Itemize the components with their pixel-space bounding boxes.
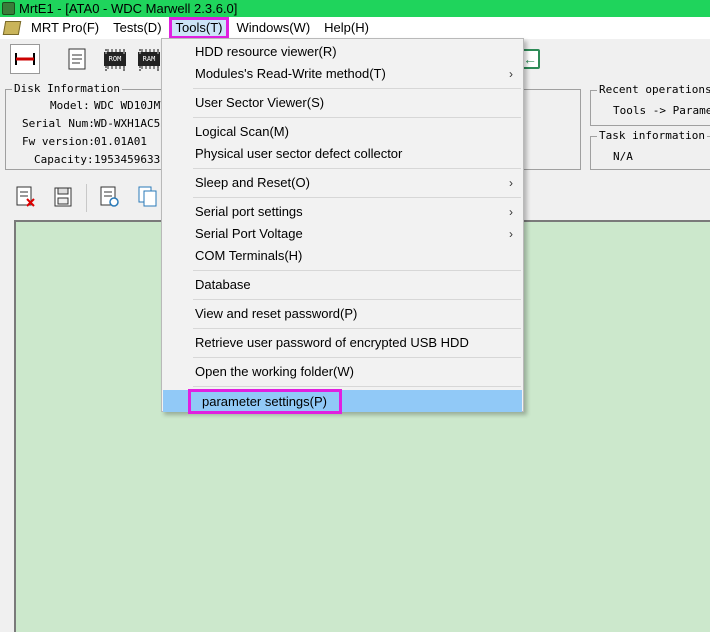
task-info-value: N/A [613, 150, 633, 163]
menu-item-label: HDD resource viewer(R) [195, 44, 337, 59]
tools-dropdown-menu: HDD resource viewer(R) Modules's Read-Wr… [161, 38, 524, 414]
ram-button[interactable]: RAM [138, 44, 160, 74]
menu-separator [193, 270, 521, 271]
ram-chip-icon: RAM [138, 49, 160, 69]
menu-item-label: Database [195, 277, 251, 292]
menu-separator [193, 168, 521, 169]
menu-mrt-pro[interactable]: MRT Pro(F) [24, 17, 106, 39]
fw-value: 01.01A01 [94, 135, 147, 148]
menu-item-label: Serial port settings [195, 204, 303, 219]
document-button[interactable] [62, 44, 92, 74]
app-window: MrtE1 - [ATA0 - WDC Marwell 2.3.6.0] MRT… [0, 0, 710, 632]
clear-log-icon[interactable] [16, 186, 36, 208]
menu-item-label: Physical user sector defect collector [195, 146, 403, 161]
recent-ops-legend: Recent operations [597, 83, 710, 96]
head-select-icon [15, 53, 35, 65]
menu-item-label: COM Terminals(H) [195, 248, 303, 263]
menu-item-parameter-settings[interactable]: parameter settings(P) [163, 389, 522, 414]
recent-ops-value: Tools -> Paramet [613, 104, 710, 117]
menu-item-label: Serial Port Voltage [195, 226, 303, 241]
serial-value: WD-WXH1AC53 [94, 117, 167, 130]
report-icon[interactable] [100, 186, 120, 208]
menu-item-label: View and reset password(P) [195, 306, 358, 321]
menu-tests[interactable]: Tests(D) [106, 17, 168, 39]
save-icon[interactable] [53, 186, 73, 208]
menu-item-serial-port-voltage[interactable]: Serial Port Voltage › [162, 223, 523, 245]
menu-separator [193, 299, 521, 300]
menu-item-label: User Sector Viewer(S) [195, 95, 325, 110]
menu-item-sleep-reset[interactable]: Sleep and Reset(O) › [162, 172, 523, 194]
menu-separator [193, 197, 521, 198]
model-label: Model: [50, 99, 90, 112]
head-select-button[interactable] [10, 44, 40, 74]
task-info-group: Task information N/A [590, 129, 710, 170]
menu-bar: MRT Pro(F) Tests(D) Tools(T) Windows(W) … [0, 17, 710, 39]
copy-icon[interactable] [138, 186, 158, 208]
capacity-label: Capacity: [34, 153, 94, 166]
menu-item-database[interactable]: Database [162, 274, 523, 296]
task-info-legend: Task information [597, 129, 707, 142]
menu-item-logical-scan[interactable]: Logical Scan(M) [162, 121, 523, 143]
document-icon [68, 48, 86, 70]
menu-item-com-terminals[interactable]: COM Terminals(H) [162, 245, 523, 267]
menu-separator [193, 386, 521, 387]
app-icon [2, 2, 15, 15]
window-title: MrtE1 - [ATA0 - WDC Marwell 2.3.6.0] [19, 1, 238, 16]
menu-tools[interactable]: Tools(T) [168, 17, 230, 39]
menu-item-label: Retrieve user password of encrypted USB … [195, 335, 469, 350]
title-bar: MrtE1 - [ATA0 - WDC Marwell 2.3.6.0] [0, 0, 710, 17]
menu-item-retrieve-usb-password[interactable]: Retrieve user password of encrypted USB … [162, 332, 523, 354]
recent-ops-group: Recent operations Tools -> Paramet [590, 83, 710, 126]
menu-item-open-working-folder[interactable]: Open the working folder(W) [162, 361, 523, 383]
menu-item-view-reset-password[interactable]: View and reset password(P) [162, 303, 523, 325]
menu-help[interactable]: Help(H) [317, 17, 376, 39]
menu-separator [193, 117, 521, 118]
menu-item-label: Modules's Read-Write method(T) [195, 66, 386, 81]
submenu-arrow-icon: › [509, 176, 513, 190]
toolbar-separator [86, 184, 87, 212]
mrt-logo-icon [2, 21, 22, 35]
menu-item-label: Sleep and Reset(O) [195, 175, 310, 190]
submenu-arrow-icon: › [509, 205, 513, 219]
model-value: WDC WD10JMV [94, 99, 167, 112]
serial-label: Serial Num: [22, 117, 95, 130]
menu-item-modules-read-write[interactable]: Modules's Read-Write method(T) › [162, 63, 523, 85]
menu-windows[interactable]: Windows(W) [229, 17, 317, 39]
menu-item-serial-port-settings[interactable]: Serial port settings › [162, 201, 523, 223]
menu-item-hdd-resource-viewer[interactable]: HDD resource viewer(R) [162, 41, 523, 63]
menu-item-user-sector-viewer[interactable]: User Sector Viewer(S) [162, 92, 523, 114]
submenu-arrow-icon: › [509, 67, 513, 81]
rom-chip-icon: ROM [104, 49, 126, 69]
menu-item-label: Open the working folder(W) [195, 364, 354, 379]
rom-button[interactable]: ROM [100, 44, 130, 74]
capacity-value: 1953459633 [94, 153, 161, 166]
submenu-arrow-icon: › [509, 227, 513, 241]
menu-separator [193, 328, 521, 329]
menu-item-label: parameter settings(P) [188, 389, 342, 414]
fw-label: Fw version: [22, 135, 95, 148]
menu-separator [193, 357, 521, 358]
disk-info-legend: Disk Information [12, 82, 122, 95]
menu-item-label: Logical Scan(M) [195, 124, 289, 139]
left-arrow-icon: ← [523, 51, 537, 67]
menu-item-defect-collector[interactable]: Physical user sector defect collector [162, 143, 523, 165]
menu-separator [193, 88, 521, 89]
